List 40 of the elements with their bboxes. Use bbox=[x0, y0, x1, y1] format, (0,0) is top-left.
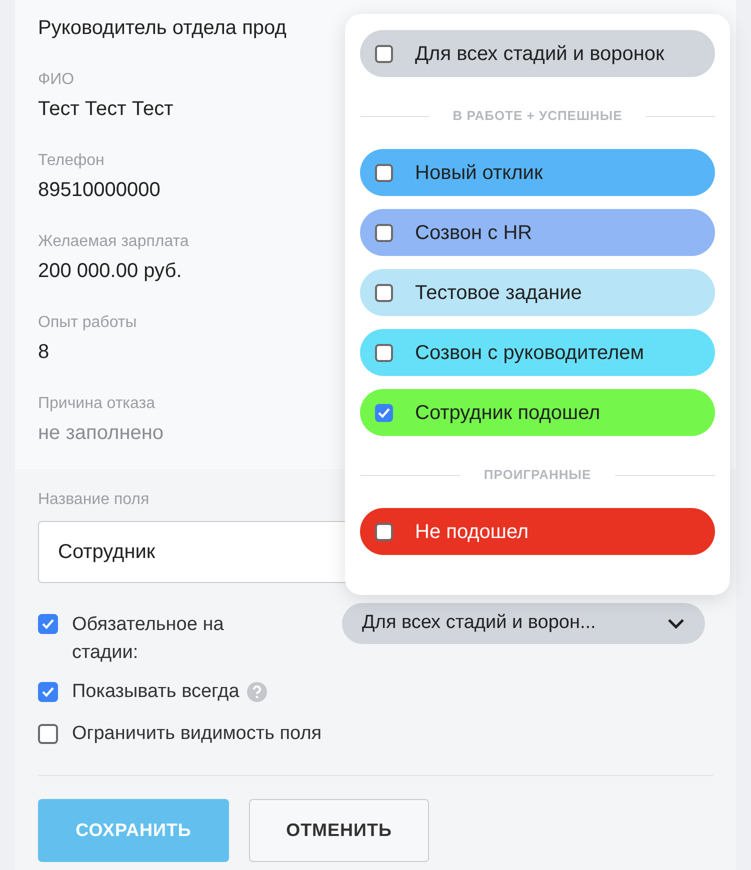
option-label: Показывать всегда bbox=[72, 680, 240, 704]
field-value: Руководитель отдела прод bbox=[38, 16, 286, 41]
option-label: Ограничить видимость поля bbox=[72, 722, 322, 746]
field-value: не заполнено bbox=[38, 421, 164, 446]
group-heading: ПРОИГРАННЫЕ bbox=[484, 466, 592, 484]
group-heading: В РАБОТЕ + УСПЕШНЫЕ bbox=[452, 107, 622, 126]
stage-select[interactable]: Для всех стадий и ворон... bbox=[342, 603, 705, 644]
field-label: Название поля bbox=[38, 490, 150, 510]
field-label: ФИО bbox=[38, 70, 74, 90]
checkbox[interactable] bbox=[375, 404, 393, 422]
field-label: Телефон bbox=[38, 151, 104, 171]
stage-option[interactable]: Сотрудник подошел bbox=[360, 389, 715, 436]
field-value: 8 bbox=[38, 340, 50, 365]
checkbox[interactable] bbox=[38, 724, 58, 744]
checkbox[interactable] bbox=[375, 522, 393, 540]
stage-option[interactable]: Тестовое задание bbox=[360, 269, 715, 316]
chevron-down-icon bbox=[667, 618, 685, 629]
check-icon bbox=[378, 408, 390, 418]
field-label: Причина отказа bbox=[38, 394, 155, 414]
checkbox[interactable] bbox=[375, 164, 393, 182]
check-icon bbox=[42, 687, 54, 697]
checkbox[interactable] bbox=[38, 682, 58, 702]
field-value: 89510000000 bbox=[38, 178, 160, 203]
check-icon bbox=[42, 619, 54, 629]
option-label: Обязательное на стадии: bbox=[72, 613, 225, 665]
cancel-button[interactable]: ОТМЕНИТЬ bbox=[249, 799, 429, 862]
field-label: Желаемая зарплата bbox=[38, 232, 189, 252]
stage-option[interactable]: Новый отклик bbox=[360, 149, 715, 196]
checkbox[interactable] bbox=[375, 224, 393, 242]
checkbox[interactable] bbox=[38, 614, 58, 634]
field-label: Опыт работы bbox=[38, 313, 137, 333]
checkbox[interactable] bbox=[375, 344, 393, 362]
stage-option[interactable]: Созвон с руководителем bbox=[360, 329, 715, 376]
stage-option[interactable]: Не подошел bbox=[360, 508, 715, 555]
stage-option[interactable]: Для всех стадий и воронок bbox=[360, 30, 715, 77]
field-value: Тест Тест Тест bbox=[38, 97, 174, 122]
field-value: 200 000.00 руб. bbox=[38, 259, 182, 284]
stage-option[interactable]: Созвон с HR bbox=[360, 209, 715, 256]
checkbox[interactable] bbox=[375, 284, 393, 302]
checkbox[interactable] bbox=[375, 44, 393, 62]
